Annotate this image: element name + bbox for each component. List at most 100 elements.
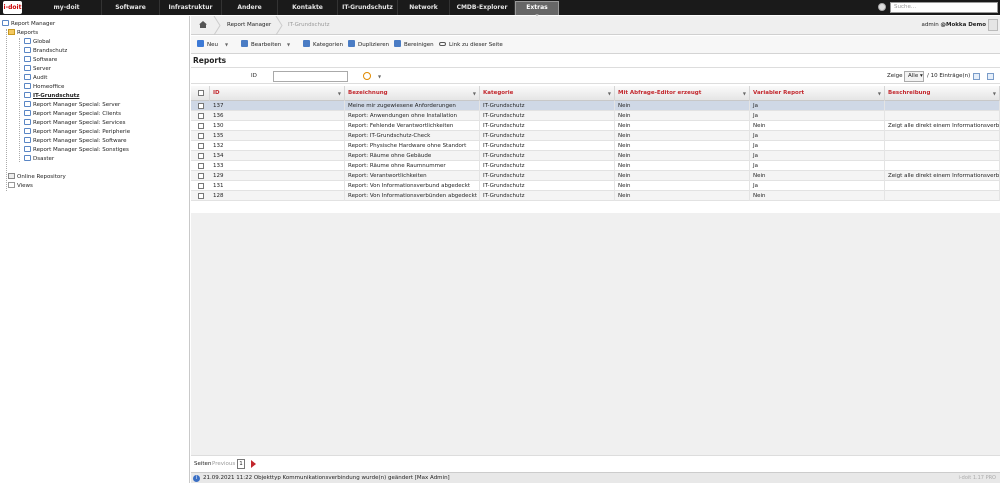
nav-kontakte[interactable]: Kontakte	[278, 0, 338, 15]
row-checkbox[interactable]	[198, 173, 204, 179]
report-icon	[24, 128, 31, 134]
nav-cmdb-explorer[interactable]: CMDB-Explorer	[450, 0, 515, 15]
tree-item-special-software[interactable]: Report Manager Special: Software	[24, 137, 127, 146]
pager-current-page[interactable]: 1	[237, 459, 245, 469]
tree-item-special-server[interactable]: Report Manager Special: Server	[24, 101, 120, 110]
table-row[interactable]: 136 Report: Anwendungen ohne Installation…	[191, 111, 1000, 121]
row-checkbox[interactable]	[198, 153, 204, 159]
categories-button[interactable]: Kategorien	[303, 36, 343, 54]
nav-infrastruktur[interactable]: Infrastruktur	[160, 0, 222, 15]
cell-kategorie: IT-Grundschutz	[480, 191, 615, 201]
tree-item-label: IT-Grundschutz	[33, 93, 80, 99]
tree-item-label: Server	[33, 66, 52, 72]
table-row[interactable]: 132 Report: Physische Hardware ohne Stand…	[191, 141, 1000, 151]
table-row[interactable]: 134 Report: Räume ohne Gebäude IT-Grundsch…	[191, 151, 1000, 161]
nav-extras[interactable]: Extras ▼	[515, 1, 559, 18]
cell-id: 132	[210, 141, 345, 151]
edit-dropdown-icon[interactable]: ▼	[287, 36, 290, 54]
table-row[interactable]: 130 Report: Fehlende Verantwortlichkeiten…	[191, 121, 1000, 131]
cell-variabler-report: Ja	[750, 141, 885, 151]
row-checkbox[interactable]	[198, 193, 204, 199]
tree-item-server[interactable]: Server	[24, 65, 51, 74]
export-icon[interactable]	[973, 73, 980, 80]
tree-item-dsaster[interactable]: Dsaster	[24, 155, 54, 164]
row-checkbox[interactable]	[198, 133, 204, 139]
new-dropdown-icon[interactable]: ▼	[225, 36, 228, 54]
cell-id: 128	[210, 191, 345, 201]
column-header-abfrage-editor[interactable]: Mit Abfrage-Editor erzeugt ▼	[615, 86, 750, 101]
version-label: i-doit 1.17 PRO	[958, 475, 996, 481]
cleanup-button[interactable]: Bereinigen	[394, 36, 434, 54]
tree-item-brandschutz[interactable]: Brandschutz	[24, 47, 67, 56]
cell-abfrage-editor: Nein	[615, 151, 750, 161]
cell-bezeichnung: Meine mir zugewiesene Anforderungen	[345, 101, 480, 111]
edit-button[interactable]: Bearbeiten	[241, 36, 281, 54]
cell-beschreibung	[885, 151, 1000, 161]
row-checkbox[interactable]	[198, 163, 204, 169]
new-button[interactable]: Neu	[197, 36, 218, 54]
cell-abfrage-editor: Nein	[615, 141, 750, 151]
cell-abfrage-editor: Nein	[615, 111, 750, 121]
nav-network[interactable]: Network	[398, 0, 450, 15]
tree-item-audit[interactable]: Audit	[24, 74, 47, 83]
table-row[interactable]: 137 Meine mir zugewiesene Anforderungen IT…	[191, 101, 1000, 111]
breadcrumb-item-report-manager[interactable]: Report Manager	[227, 16, 271, 35]
column-header-bezeichnung[interactable]: Bezeichnung ▼	[345, 86, 480, 101]
filter-id-input[interactable]	[273, 71, 348, 82]
report-icon	[24, 56, 31, 62]
row-checkbox[interactable]	[198, 183, 204, 189]
nav-andere[interactable]: Andere	[222, 0, 278, 15]
app-logo[interactable]: i-doit	[3, 1, 22, 14]
show-select[interactable]: Alle ▾	[904, 71, 924, 82]
nav-my-doit[interactable]: my-doit	[32, 0, 102, 15]
column-header-id[interactable]: ID ▼	[210, 86, 345, 101]
tree-item-reports[interactable]: Reports	[8, 29, 38, 38]
row-checkbox[interactable]	[198, 123, 204, 129]
tree-item-views[interactable]: Views	[8, 182, 33, 191]
table-row[interactable]: 129 Report: Verantwortlichkeiten IT-Grunds…	[191, 171, 1000, 181]
tree-item-software[interactable]: Software	[24, 56, 57, 65]
row-checkbox[interactable]	[198, 103, 204, 109]
tree-item-it-grundschutz[interactable]: IT-Grundschutz	[24, 92, 79, 101]
column-header-kategorie[interactable]: Kategorie ▼	[480, 86, 615, 101]
edit-icon	[241, 40, 248, 47]
table-row[interactable]: 131 Report: Von Informationsverbund abged…	[191, 181, 1000, 191]
tree-item-special-clients[interactable]: Report Manager Special: Clients	[24, 110, 121, 119]
tree-item-global[interactable]: Global	[24, 38, 51, 47]
nav-it-grundschutz[interactable]: IT-Grundschutz	[338, 0, 398, 15]
home-icon[interactable]	[199, 21, 207, 28]
column-header-variabler-report[interactable]: Variabler Report ▼	[750, 86, 885, 101]
column-config-icon[interactable]	[987, 73, 994, 80]
next-page-icon[interactable]	[251, 460, 256, 468]
cell-bezeichnung: Report: Verantwortlichkeiten	[345, 171, 480, 181]
tree-item-homeoffice[interactable]: Homeoffice	[24, 83, 64, 92]
duplicate-button[interactable]: Duplizieren	[348, 36, 389, 54]
table-row[interactable]: 133 Report: Räume ohne Raumnummer IT-Grund…	[191, 161, 1000, 171]
sort-icon: ▼	[337, 91, 341, 96]
tree-item-report-manager[interactable]: Report Manager	[2, 20, 55, 29]
link-to-page-button[interactable]: Link zu dieser Seite	[439, 36, 503, 54]
tree-item-label: Global	[33, 39, 51, 45]
row-checkbox[interactable]	[198, 143, 204, 149]
row-checkbox[interactable]	[198, 113, 204, 119]
tree-item-special-sonstiges[interactable]: Report Manager Special: Sonstiges	[24, 146, 129, 155]
tree-item-special-services[interactable]: Report Manager Special: Services	[24, 119, 125, 128]
nav-software[interactable]: Software	[102, 0, 160, 15]
avatar[interactable]	[988, 19, 998, 31]
cell-id: 135	[210, 131, 345, 141]
pager-previous[interactable]: Previous	[212, 456, 235, 472]
table-row[interactable]: 128 Report: Von Informationsverbünden abg…	[191, 191, 1000, 201]
table-row[interactable]: 135 Report: IT-Grundschutz-Check IT-Grunds…	[191, 131, 1000, 141]
user-info[interactable]: admin @Mokka Demo	[922, 16, 986, 35]
search-icon[interactable]	[363, 72, 371, 80]
tree-item-online-repository[interactable]: Online Repository	[8, 173, 66, 182]
chevron-down-icon[interactable]: ▼	[378, 68, 381, 85]
search-input[interactable]: Suche...	[890, 2, 998, 13]
tree-item-special-peripherie[interactable]: Report Manager Special: Peripherie	[24, 128, 130, 137]
table-header: ID ▼ Bezeichnung ▼ Kategorie ▼ Mit Abfrage-…	[191, 86, 1000, 101]
settings-icon[interactable]	[878, 3, 886, 11]
column-header-beschreibung[interactable]: Beschreibung ▼	[885, 86, 1000, 101]
tree-item-label: Report Manager Special: Clients	[33, 111, 122, 117]
select-all-checkbox[interactable]	[198, 90, 204, 96]
column-header-label: Bezeichnung	[348, 90, 388, 96]
